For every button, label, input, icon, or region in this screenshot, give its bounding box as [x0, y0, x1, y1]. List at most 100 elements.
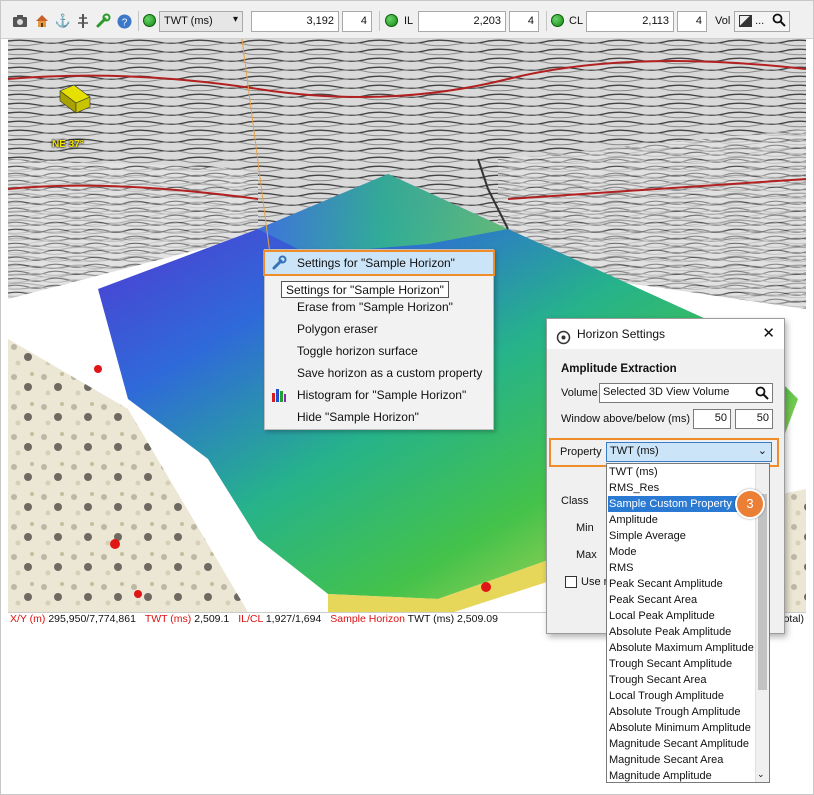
menu-item-settings-label: Settings for "Sample Horizon" [297, 256, 455, 270]
step-badge: 3 [735, 489, 765, 519]
twt-status-icon[interactable] [143, 14, 156, 27]
twt-step-input[interactable]: 4 [342, 11, 372, 32]
ilcl-label: IL/CL [238, 613, 263, 625]
toolbar: ⚓ ? TWT (ms) ▾ 3,192 4 IL 2,203 4 CL 2,1… [1, 1, 813, 39]
chevron-down-icon: ⌄ [757, 445, 767, 457]
property-option[interactable]: TWT (ms) [608, 464, 756, 480]
xy-value: 295,950/7,774,861 [48, 613, 136, 625]
property-option[interactable]: Absolute Trough Amplitude [608, 704, 756, 720]
property-option[interactable]: Peak Secant Amplitude [608, 576, 756, 592]
min-label: Min [576, 522, 594, 534]
vol-label: Vol [715, 15, 731, 27]
close-icon[interactable]: ✕ [762, 319, 775, 349]
menu-item-erase-label: Erase from "Sample Horizon" [297, 300, 453, 314]
property-option-selected[interactable]: Sample Custom Property [608, 496, 756, 512]
chevron-down-icon: ▾ [232, 14, 238, 25]
property-option[interactable]: Absolute Maximum Amplitude [608, 640, 756, 656]
menu-item-toggle-surface-label: Toggle horizon surface [297, 344, 418, 358]
property-option[interactable]: RMS_Res [608, 480, 756, 496]
property-option[interactable]: Magnitude Secant Area [608, 752, 756, 768]
property-option[interactable]: Local Trough Amplitude [608, 688, 756, 704]
il-status-icon[interactable] [385, 14, 398, 27]
search-icon[interactable] [755, 386, 769, 403]
il-value-input[interactable]: 2,203 [418, 11, 506, 32]
property-option[interactable]: Trough Secant Area [608, 672, 756, 688]
histogram-icon [271, 387, 287, 403]
cl-step-input[interactable]: 4 [677, 11, 707, 32]
property-option[interactable]: Magnitude Amplitude [608, 768, 756, 784]
volume-select[interactable]: ... [734, 11, 790, 32]
home-icon[interactable] [34, 13, 50, 29]
volume-field[interactable]: Selected 3D View Volume [599, 383, 773, 403]
property-option[interactable]: RMS [608, 560, 756, 576]
horizon-label: Sample Horizon [330, 613, 405, 625]
menu-item-toggle-surface[interactable]: Toggle horizon surface [265, 340, 493, 362]
property-option[interactable]: Peak Secant Area [608, 592, 756, 608]
menu-item-polygon-eraser-label: Polygon eraser [297, 322, 378, 336]
volume-icon [739, 15, 752, 28]
xy-label: X/Y (m) [10, 613, 46, 625]
property-option[interactable]: Trough Secant Amplitude [608, 656, 756, 672]
wrench-icon [271, 255, 287, 271]
menu-item-polygon-eraser[interactable]: Polygon eraser [265, 318, 493, 340]
menu-item-save-custom-property-label: Save horizon as a custom property [297, 366, 483, 380]
property-option[interactable]: Absolute Peak Amplitude [608, 624, 756, 640]
menu-tooltip: Settings for "Sample Horizon" [281, 281, 449, 298]
domain-select[interactable]: TWT (ms) ▾ [159, 11, 243, 32]
property-select[interactable]: TWT (ms) ⌄ [606, 442, 772, 462]
toolbar-separator [546, 11, 547, 31]
twt-value-input[interactable]: 3,192 [251, 11, 339, 32]
dialog-titlebar[interactable]: Horizon Settings ✕ [547, 319, 784, 349]
menu-item-save-custom-property[interactable]: Save horizon as a custom property [265, 362, 493, 384]
toolbar-separator [379, 11, 380, 31]
class-label: Class [561, 495, 589, 507]
property-label: Property [560, 446, 602, 458]
il-step-input[interactable]: 4 [509, 11, 539, 32]
cl-label: CL [569, 15, 584, 27]
camera-icon[interactable] [12, 13, 28, 29]
menu-item-erase[interactable]: Erase from "Sample Horizon" [265, 296, 493, 318]
use-checkbox[interactable] [565, 576, 577, 588]
domain-select-value: TWT (ms) [164, 15, 213, 27]
svg-text:?: ? [121, 17, 127, 28]
wrench-icon[interactable] [95, 13, 111, 29]
scrollbar-thumb[interactable] [758, 494, 767, 690]
cl-status-icon[interactable] [551, 14, 564, 27]
window-below-input[interactable]: 50 [735, 409, 773, 429]
search-icon [772, 13, 786, 30]
property-option[interactable]: Simple Average [608, 528, 756, 544]
property-row: Property TWT (ms) ⌄ [549, 438, 779, 467]
horizon-value: TWT (ms) 2,509.09 [407, 613, 498, 625]
property-select-value: TWT (ms) [610, 445, 659, 457]
max-label: Max [576, 549, 597, 561]
ilcl-value: 1,927/1,694 [265, 613, 322, 625]
window-label: Window above/below (ms) [561, 413, 690, 425]
property-option[interactable]: Amplitude [608, 512, 756, 528]
status-trailing: otal) [783, 613, 804, 625]
property-option[interactable]: Local Peak Amplitude [608, 608, 756, 624]
menu-item-settings[interactable]: Settings for "Sample Horizon" [263, 250, 495, 276]
compass-label: NE 37° [52, 139, 84, 150]
twt-value: 2,509.1 [194, 613, 230, 625]
well-icon[interactable] [75, 13, 91, 29]
context-menu: Settings for "Sample Horizon" Erase from… [263, 249, 495, 430]
menu-item-hide-label: Hide "Sample Horizon" [297, 410, 419, 424]
window-above-input[interactable]: 50 [693, 409, 731, 429]
toolbar-separator [138, 11, 139, 31]
volume-label: Volume [561, 387, 598, 399]
chevron-down-icon[interactable]: ⌄ [757, 769, 765, 780]
property-option[interactable]: Absolute Minimum Amplitude [608, 720, 756, 736]
volume-select-value: ... [755, 15, 765, 27]
settings-icon [556, 326, 571, 356]
menu-item-hide[interactable]: Hide "Sample Horizon" [265, 406, 493, 428]
il-label: IL [404, 15, 414, 27]
property-option[interactable]: Magnitude Secant Amplitude [608, 736, 756, 752]
cl-value-input[interactable]: 2,113 [586, 11, 674, 32]
dialog-title: Horizon Settings [577, 327, 666, 341]
menu-item-histogram[interactable]: Histogram for "Sample Horizon" [265, 384, 493, 406]
property-option[interactable]: Mode [608, 544, 756, 560]
section-heading: Amplitude Extraction [561, 363, 677, 375]
menu-item-histogram-label: Histogram for "Sample Horizon" [297, 388, 467, 402]
anchor-icon[interactable]: ⚓ [55, 13, 71, 29]
help-icon[interactable]: ? [116, 13, 132, 29]
